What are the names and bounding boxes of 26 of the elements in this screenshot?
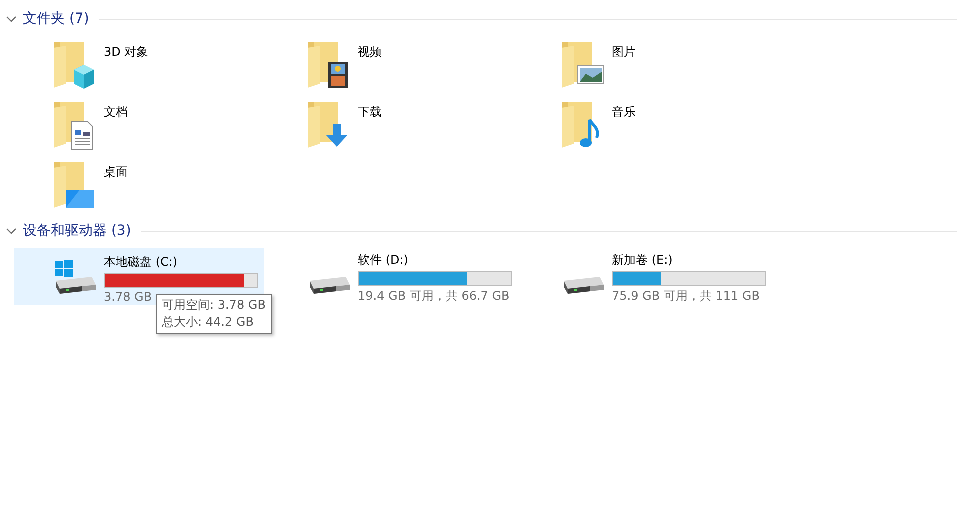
chevron-icon[interactable] (6, 227, 17, 235)
drive-name: 软件 (D:) (358, 252, 410, 269)
folder-icon (52, 40, 96, 90)
section-header[interactable]: 文件夹 (7) (23, 10, 90, 28)
folder-name[interactable]: 音乐 (612, 104, 636, 121)
free-space-text: 19.4 GB 可用，共 66.7 GB (358, 288, 511, 305)
tooltip-line: 总大小: 44.2 GB (162, 314, 255, 331)
folder-name[interactable]: 下载 (358, 104, 382, 121)
folder-name[interactable]: 3D 对象 (104, 44, 149, 61)
folder-icon (560, 40, 604, 90)
free-space-text: 75.9 GB 可用，共 111 GB (612, 288, 761, 305)
folder-name[interactable]: 桌面 (104, 164, 128, 181)
drive-tile[interactable]: 新加卷 (E:) 75.9 GB 可用，共 111 GB (522, 248, 772, 305)
folder-icon (52, 100, 96, 150)
chevron-icon[interactable] (6, 15, 17, 23)
folder-name[interactable]: 文档 (104, 104, 128, 121)
folder-icon (52, 160, 96, 210)
folder-name[interactable]: 图片 (612, 44, 636, 61)
section-header[interactable]: 设备和驱动器 (3) (23, 222, 132, 240)
folder-icon (306, 100, 350, 150)
free-space-text: 3.78 GB (104, 290, 154, 304)
drive-name: 本地磁盘 (C:) (104, 254, 179, 270)
drive-name: 新加卷 (E:) (612, 252, 674, 269)
tooltip-line: 可用空间: 3.78 GB (162, 297, 266, 314)
folder-name[interactable]: 视频 (358, 44, 382, 61)
folder-icon (306, 40, 350, 90)
